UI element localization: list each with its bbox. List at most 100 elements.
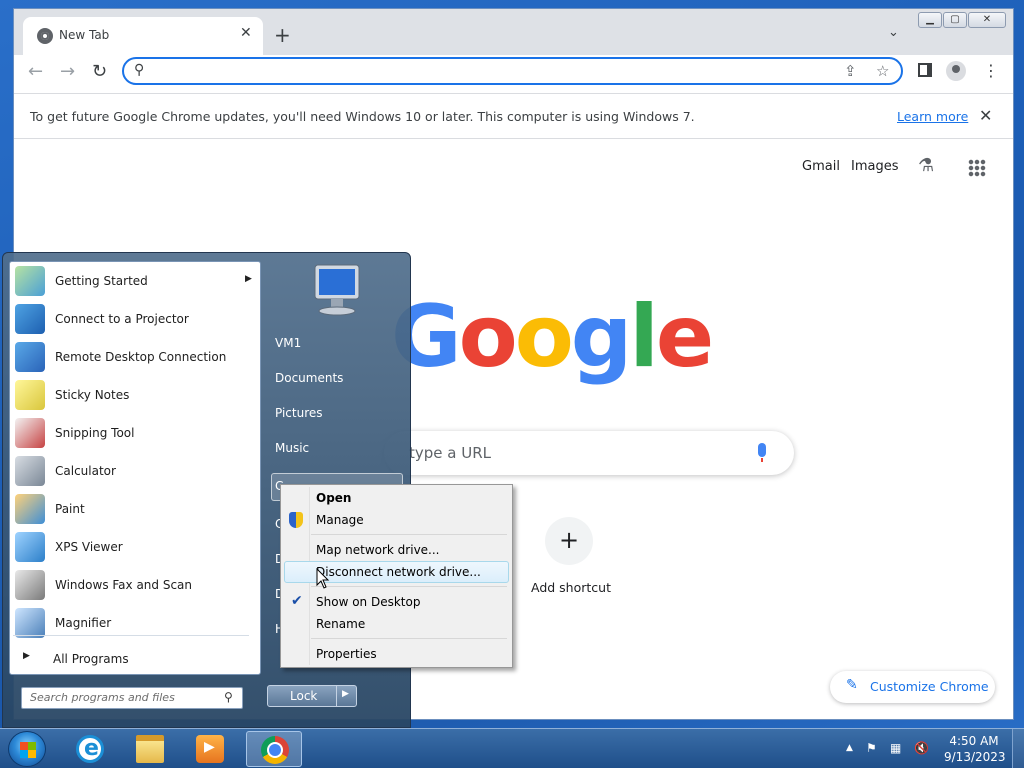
taskbar-internet-explorer[interactable] <box>62 731 118 767</box>
taskbar-windows-explorer[interactable] <box>122 731 178 767</box>
menu-item-manage[interactable]: Manage <box>284 509 509 531</box>
show-hidden-icon[interactable]: ▲ <box>846 743 853 753</box>
projector-icon <box>15 304 45 334</box>
tab-close-icon[interactable]: ✕ <box>240 25 252 41</box>
menu-item-label: Open <box>316 491 352 505</box>
menu-item-map-network-drive[interactable]: Map network drive... <box>284 539 509 561</box>
search-icon: ⚲ <box>134 62 145 78</box>
infobar-message: To get future Google Chrome updates, you… <box>30 109 695 124</box>
menu-separator <box>311 534 507 535</box>
taskbar-google-chrome[interactable] <box>246 731 302 767</box>
customize-chrome-label: Customize Chrome <box>870 679 989 694</box>
forward-arrow-icon[interactable]: → <box>60 61 75 82</box>
start-search-input[interactable]: Search programs and files ⚲ <box>21 687 243 709</box>
menu-item-label: Show on Desktop <box>316 595 421 609</box>
pencil-icon: ✎ <box>846 677 858 693</box>
add-shortcut-label: Add shortcut <box>531 580 611 595</box>
fax-scan-icon <box>15 570 45 600</box>
show-desktop-button[interactable] <box>1012 729 1024 768</box>
program-item[interactable]: Calculator <box>13 453 257 489</box>
music-link[interactable]: Music <box>275 441 309 455</box>
lock-button[interactable]: Lock ▶ <box>267 685 357 707</box>
lock-divider <box>336 686 337 706</box>
profile-avatar-icon[interactable] <box>946 61 966 81</box>
network-icon[interactable]: ▦ <box>890 741 901 755</box>
folder-icon <box>136 735 164 763</box>
shutdown-options-arrow-icon[interactable]: ▶ <box>342 689 349 699</box>
tab-new-tab[interactable]: New Tab ✕ <box>23 17 263 55</box>
menu-item-open[interactable]: Open <box>284 487 509 509</box>
documents-link[interactable]: Documents <box>275 371 343 385</box>
side-panel-icon[interactable] <box>918 63 932 77</box>
program-item[interactable]: Sticky Notes <box>13 377 257 413</box>
system-clock[interactable]: 4:50 AM 9/13/2023 <box>944 733 1006 765</box>
learn-more-link[interactable]: Learn more <box>897 109 968 124</box>
share-icon[interactable]: ⇪ <box>844 62 857 80</box>
program-label: Connect to a Projector <box>55 312 189 326</box>
start-search-placeholder: Search programs and files <box>30 691 175 704</box>
program-item[interactable]: Windows Fax and Scan <box>13 567 257 603</box>
mouse-cursor-icon <box>316 568 330 589</box>
menu-kebab-icon[interactable]: ⋮ <box>983 61 999 80</box>
reload-icon[interactable]: ↻ <box>92 61 107 82</box>
all-programs-item[interactable]: ▶ All Programs <box>13 647 257 671</box>
labs-flask-icon[interactable]: ⚗ <box>918 155 934 176</box>
program-item[interactable]: Snipping Tool <box>13 415 257 451</box>
program-item[interactable]: XPS Viewer <box>13 529 257 565</box>
taskbar: ▲ ⚑ ▦ 🔇 4:50 AM 9/13/2023 <box>0 728 1024 768</box>
start-button[interactable] <box>8 731 46 767</box>
volume-muted-icon[interactable]: 🔇 <box>914 741 929 755</box>
customize-chrome-button[interactable]: ✎ Customize Chrome <box>830 671 995 703</box>
menu-item-rename[interactable]: Rename <box>284 613 509 635</box>
address-bar[interactable]: ⚲ ⇪ ☆ <box>122 57 903 85</box>
program-label: Windows Fax and Scan <box>55 578 193 592</box>
pictures-link[interactable]: Pictures <box>275 406 323 420</box>
images-link[interactable]: Images <box>851 159 899 174</box>
computer-monitor-icon <box>314 264 360 316</box>
program-item[interactable]: Remote Desktop Connection <box>13 339 257 375</box>
remote-desktop-icon <box>15 342 45 372</box>
bookmark-star-icon[interactable]: ☆ <box>876 62 889 80</box>
chrome-icon <box>261 736 289 764</box>
maximize-button[interactable]: ▢ <box>943 12 967 28</box>
uac-shield-icon <box>289 512 303 528</box>
menu-item-properties[interactable]: Properties <box>284 643 509 665</box>
magnifier-icon <box>15 608 45 638</box>
infobar-close-icon[interactable]: ✕ <box>979 106 992 125</box>
action-center-flag-icon[interactable]: ⚑ <box>866 741 877 755</box>
internet-explorer-icon <box>76 735 104 763</box>
program-label: XPS Viewer <box>55 540 123 554</box>
all-programs-label: All Programs <box>53 652 129 666</box>
program-label: Getting Started <box>55 274 148 288</box>
update-infobar: To get future Google Chrome updates, you… <box>14 93 1013 139</box>
program-item[interactable]: Connect to a Projector <box>13 301 257 337</box>
apps-grid-icon[interactable] <box>968 159 986 177</box>
program-label: Snipping Tool <box>55 426 135 440</box>
google-logo-letter: e <box>655 287 714 387</box>
xps-viewer-icon <box>15 532 45 562</box>
programs-divider <box>13 635 249 636</box>
taskbar-media-player[interactable] <box>182 731 238 767</box>
tab-search-chevron-icon[interactable]: ⌄ <box>888 25 899 40</box>
google-search-box[interactable]: type a URL <box>384 431 794 475</box>
add-shortcut-button[interactable]: + <box>545 517 593 565</box>
program-label: Calculator <box>55 464 116 478</box>
gmail-link[interactable]: Gmail <box>802 159 840 174</box>
user-link[interactable]: VM1 <box>275 336 301 350</box>
getting-started-icon <box>15 266 45 296</box>
paint-icon <box>15 494 45 524</box>
menu-item-label: Properties <box>316 647 377 661</box>
media-player-icon <box>196 735 224 763</box>
minimize-button[interactable]: ▁ <box>918 12 942 28</box>
program-label: Paint <box>55 502 85 516</box>
menu-item-show-on-desktop[interactable]: ✔ Show on Desktop <box>284 591 509 613</box>
back-arrow-icon[interactable]: ← <box>28 61 43 82</box>
computer-context-menu: Open Manage Map network drive... Disconn… <box>280 484 513 668</box>
snipping-tool-icon <box>15 418 45 448</box>
program-item[interactable]: Paint <box>13 491 257 527</box>
program-item[interactable]: Getting Started ▶ <box>13 263 257 299</box>
window-close-button[interactable]: ✕ <box>968 12 1006 28</box>
google-logo-letter: l <box>629 287 659 387</box>
microphone-icon[interactable] <box>758 443 766 462</box>
new-tab-button[interactable]: + <box>274 23 291 47</box>
